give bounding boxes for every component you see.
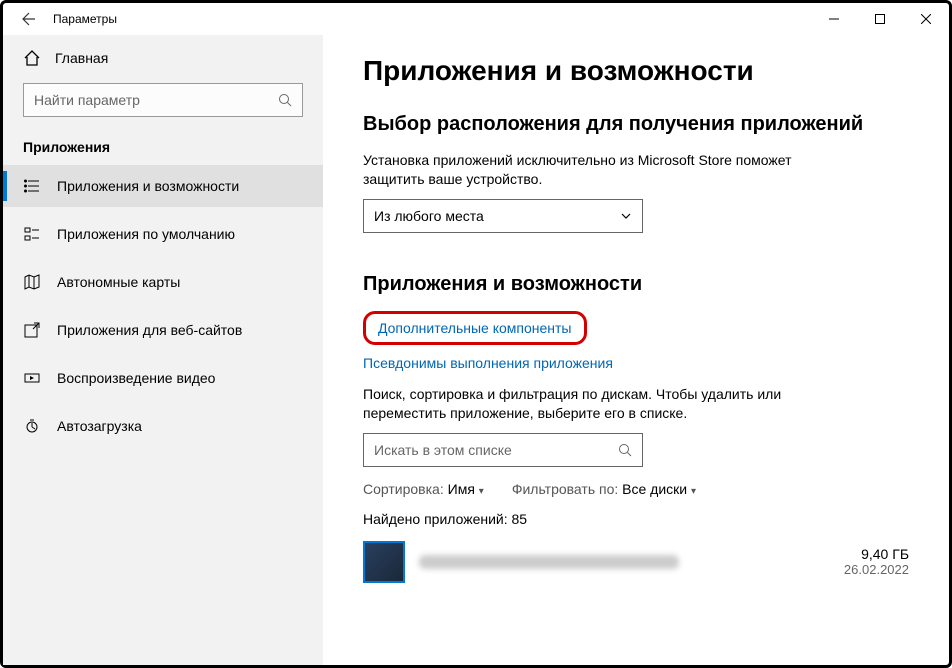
map-icon — [23, 273, 41, 291]
nav-label: Приложения для веб-сайтов — [57, 322, 242, 338]
app-aliases-link[interactable]: Псевдонимы выполнения приложения — [363, 355, 613, 371]
close-button[interactable] — [903, 3, 949, 35]
startup-icon — [23, 417, 41, 435]
nav-video-playback[interactable]: Воспроизведение видео — [3, 357, 323, 399]
chevron-down-icon: ▾ — [691, 486, 696, 497]
section-source-title: Выбор расположения для получения приложе… — [363, 111, 909, 137]
nav-label: Приложения и возможности — [57, 178, 239, 194]
app-list-item[interactable]: 9,40 ГБ 26.02.2022 — [363, 537, 909, 587]
maximize-button[interactable] — [857, 3, 903, 35]
filter-value: Все диски — [622, 481, 687, 497]
nav-startup[interactable]: Автозагрузка — [3, 405, 323, 447]
apps-desc: Поиск, сортировка и фильтрация по дискам… — [363, 385, 843, 423]
sidebar: Главная Найти параметр Приложения Прилож… — [3, 35, 323, 665]
minimize-icon — [829, 14, 839, 24]
maximize-icon — [875, 14, 885, 24]
optional-features-highlight: Дополнительные компоненты — [363, 311, 587, 345]
sort-filter-row: Сортировка: Имя ▾ Фильтровать по: Все ди… — [363, 481, 909, 497]
home-nav[interactable]: Главная — [3, 35, 323, 79]
sidebar-section-label: Приложения — [3, 133, 323, 165]
window-buttons — [811, 3, 949, 35]
section-source-desc: Установка приложений исключительно из Mi… — [363, 151, 843, 189]
page-title: Приложения и возможности — [363, 55, 909, 87]
app-size: 9,40 ГБ — [844, 546, 909, 562]
arrow-left-icon — [21, 11, 37, 27]
section-apps-title: Приложения и возможности — [363, 271, 909, 297]
search-icon — [278, 93, 292, 107]
source-select[interactable]: Из любого места — [363, 199, 643, 233]
nav-default-apps[interactable]: Приложения по умолчанию — [3, 213, 323, 255]
search-icon — [618, 443, 632, 457]
chevron-down-icon: ▾ — [479, 486, 484, 497]
sidebar-search-placeholder: Найти параметр — [34, 92, 140, 108]
apps-search[interactable]: Искать в этом списке — [363, 433, 643, 467]
chevron-down-icon — [620, 210, 632, 222]
open-icon — [23, 321, 41, 339]
app-date: 26.02.2022 — [844, 562, 909, 577]
home-icon — [23, 49, 41, 67]
nav-label: Воспроизведение видео — [57, 370, 215, 386]
defaults-icon — [23, 225, 41, 243]
source-select-value: Из любого места — [374, 208, 484, 224]
app-icon — [363, 541, 405, 583]
sort-label: Сортировка: — [363, 481, 444, 497]
titlebar: Параметры — [3, 3, 949, 35]
window-title: Параметры — [53, 12, 117, 26]
close-icon — [921, 14, 931, 24]
sidebar-search[interactable]: Найти параметр — [23, 83, 303, 117]
sort-control[interactable]: Сортировка: Имя ▾ — [363, 481, 484, 497]
body: Главная Найти параметр Приложения Прилож… — [3, 35, 949, 665]
minimize-button[interactable] — [811, 3, 857, 35]
nav-offline-maps[interactable]: Автономные карты — [3, 261, 323, 303]
back-button[interactable] — [9, 3, 49, 35]
home-label: Главная — [55, 50, 108, 66]
nav-label: Приложения по умолчанию — [57, 226, 235, 242]
list-icon — [23, 177, 41, 195]
apps-search-placeholder: Искать в этом списке — [374, 442, 512, 458]
app-meta: 9,40 ГБ 26.02.2022 — [844, 546, 909, 577]
filter-label: Фильтровать по: — [512, 481, 618, 497]
video-icon — [23, 369, 41, 387]
app-name-redacted — [419, 555, 679, 569]
nav-apps-features[interactable]: Приложения и возможности — [3, 165, 323, 207]
nav-label: Автозагрузка — [57, 418, 142, 434]
nav-label: Автономные карты — [57, 274, 180, 290]
filter-control[interactable]: Фильтровать по: Все диски ▾ — [512, 481, 696, 497]
main-content: Приложения и возможности Выбор расположе… — [323, 35, 949, 665]
nav-websites-apps[interactable]: Приложения для веб-сайтов — [3, 309, 323, 351]
sort-value: Имя — [448, 481, 475, 497]
apps-count: Найдено приложений: 85 — [363, 511, 909, 527]
optional-features-link[interactable]: Дополнительные компоненты — [378, 320, 572, 336]
